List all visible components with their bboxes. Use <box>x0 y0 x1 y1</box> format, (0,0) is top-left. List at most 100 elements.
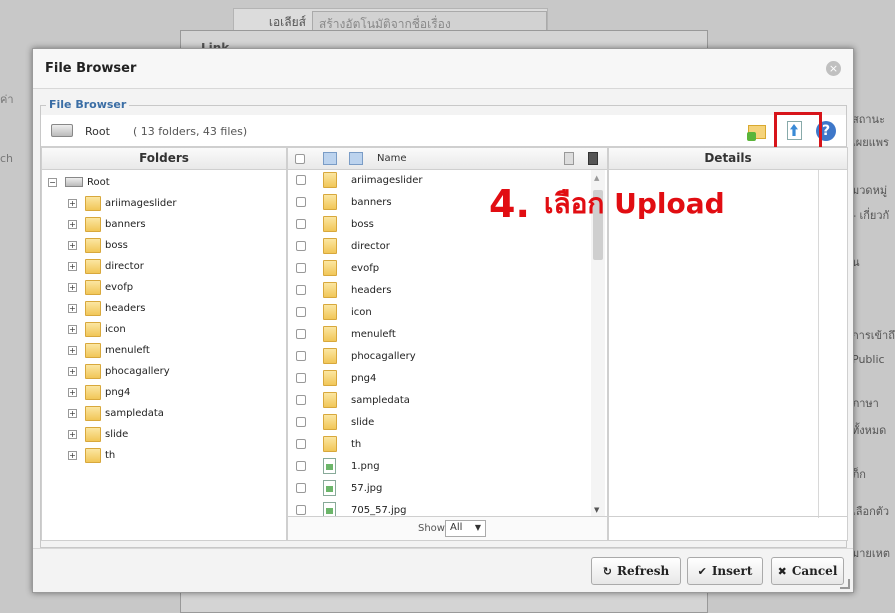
thumbnail-view-icon[interactable] <box>323 152 337 165</box>
new-folder-icon[interactable] <box>746 120 768 142</box>
show-label: Show <box>418 523 445 534</box>
expand-icon[interactable]: + <box>68 366 77 376</box>
item-name: 1.png <box>351 460 380 472</box>
right-fragment: Public <box>852 353 885 366</box>
row-checkbox[interactable] <box>296 439 306 449</box>
folder-icon <box>323 326 337 342</box>
list-item[interactable]: menuleft <box>288 324 588 344</box>
expand-icon[interactable]: + <box>68 303 77 313</box>
row-checkbox[interactable] <box>296 219 306 229</box>
tree-item[interactable]: + boss <box>68 237 128 253</box>
dialog-titlebar: File Browser × <box>33 49 853 89</box>
scroll-down-icon[interactable]: ▼ <box>594 506 599 514</box>
refresh-button[interactable]: ↻ Refresh <box>591 557 681 585</box>
row-checkbox[interactable] <box>296 417 306 427</box>
row-checkbox[interactable] <box>296 263 306 273</box>
expand-icon[interactable]: + <box>68 324 77 334</box>
search-icon[interactable] <box>588 152 598 165</box>
row-checkbox[interactable] <box>296 373 306 383</box>
folder-icon <box>323 282 337 298</box>
row-checkbox[interactable] <box>296 175 306 185</box>
folder-icon <box>323 260 337 276</box>
show-select[interactable]: All ▼ <box>445 520 486 537</box>
list-item[interactable]: headers <box>288 280 588 300</box>
details-divider <box>818 170 819 518</box>
tree-item[interactable]: + th <box>68 447 115 463</box>
refresh-icon: ↻ <box>602 564 612 578</box>
folder-icon <box>85 426 101 442</box>
row-checkbox[interactable] <box>296 505 306 515</box>
tree-item[interactable]: + icon <box>68 321 126 337</box>
tree-item-label: director <box>105 260 144 272</box>
collapse-icon[interactable]: − <box>48 177 57 187</box>
row-checkbox[interactable] <box>296 197 306 207</box>
tree-item[interactable]: + slide <box>68 426 128 442</box>
close-icon[interactable]: × <box>826 61 841 76</box>
tree-item[interactable]: + sampledata <box>68 405 164 421</box>
expand-icon[interactable]: + <box>68 219 77 229</box>
cancel-button[interactable]: ✖ Cancel <box>771 557 844 585</box>
select-all-checkbox[interactable] <box>295 154 305 164</box>
tree-item[interactable]: + director <box>68 258 144 274</box>
list-item[interactable]: director <box>288 236 588 256</box>
resize-handle[interactable] <box>840 579 850 589</box>
list-item[interactable]: slide <box>288 412 588 432</box>
current-path: Root <box>85 125 110 138</box>
details-view-icon[interactable] <box>564 152 574 165</box>
list-item[interactable]: evofp <box>288 258 588 278</box>
item-name: icon <box>351 306 372 318</box>
row-checkbox[interactable] <box>296 395 306 405</box>
expand-icon[interactable]: + <box>68 282 77 292</box>
folder-icon <box>85 447 101 463</box>
tree-item-label: ariimageslider <box>105 197 177 209</box>
show-select-value: All <box>450 522 463 533</box>
expand-icon[interactable]: + <box>68 345 77 355</box>
list-item[interactable]: png4 <box>288 368 588 388</box>
tree-item[interactable]: + png4 <box>68 384 130 400</box>
row-checkbox[interactable] <box>296 351 306 361</box>
step-text: เลือก Upload <box>543 187 725 220</box>
insert-button[interactable]: ✔ Insert <box>687 557 763 585</box>
folder-icon <box>323 238 337 254</box>
left-fragment-1: ค่า <box>0 93 14 106</box>
expand-icon[interactable]: + <box>68 450 77 460</box>
right-fragment: ทั้งหมด <box>852 424 887 437</box>
tree-item[interactable]: + banners <box>68 216 146 232</box>
list-item[interactable]: th <box>288 434 588 454</box>
file-browser-fieldset: File Browser Root ( 13 folders, 43 files… <box>40 98 848 548</box>
row-checkbox[interactable] <box>296 241 306 251</box>
tree-item[interactable]: + phocagallery <box>68 363 170 379</box>
scroll-up-icon[interactable]: ▲ <box>594 174 599 182</box>
row-checkbox[interactable] <box>296 329 306 339</box>
tree-item[interactable]: + menuleft <box>68 342 150 358</box>
list-view-icon[interactable] <box>349 152 363 165</box>
folder-file-count: ( 13 folders, 43 files) <box>133 125 248 138</box>
name-column-header[interactable]: Name <box>377 148 407 169</box>
row-checkbox[interactable] <box>296 285 306 295</box>
row-checkbox[interactable] <box>296 307 306 317</box>
tree-item[interactable]: + evofp <box>68 279 133 295</box>
expand-icon[interactable]: + <box>68 261 77 271</box>
list-item[interactable]: sampledata <box>288 390 588 410</box>
item-name: 705_57.jpg <box>351 504 407 516</box>
expand-icon[interactable]: + <box>68 429 77 439</box>
folder-icon <box>85 405 101 421</box>
list-item[interactable]: 57.jpg <box>288 478 588 498</box>
tree-root[interactable]: − Root <box>48 174 110 190</box>
list-item[interactable]: icon <box>288 302 588 322</box>
expand-icon[interactable]: + <box>68 198 77 208</box>
expand-icon[interactable]: + <box>68 408 77 418</box>
alias-label: เอเลียส์ <box>268 14 306 29</box>
tree-item[interactable]: + headers <box>68 300 145 316</box>
tree-item[interactable]: + ariimageslider <box>68 195 177 211</box>
list-item[interactable]: 1.png <box>288 456 588 476</box>
list-item[interactable]: phocagallery <box>288 346 588 366</box>
expand-icon[interactable]: + <box>68 387 77 397</box>
row-checkbox[interactable] <box>296 461 306 471</box>
expand-icon[interactable]: + <box>68 240 77 250</box>
folder-icon <box>85 237 101 253</box>
fieldset-legend: File Browser <box>46 98 130 111</box>
item-name: 57.jpg <box>351 482 383 494</box>
details-header: Details <box>609 148 847 170</box>
row-checkbox[interactable] <box>296 483 306 493</box>
